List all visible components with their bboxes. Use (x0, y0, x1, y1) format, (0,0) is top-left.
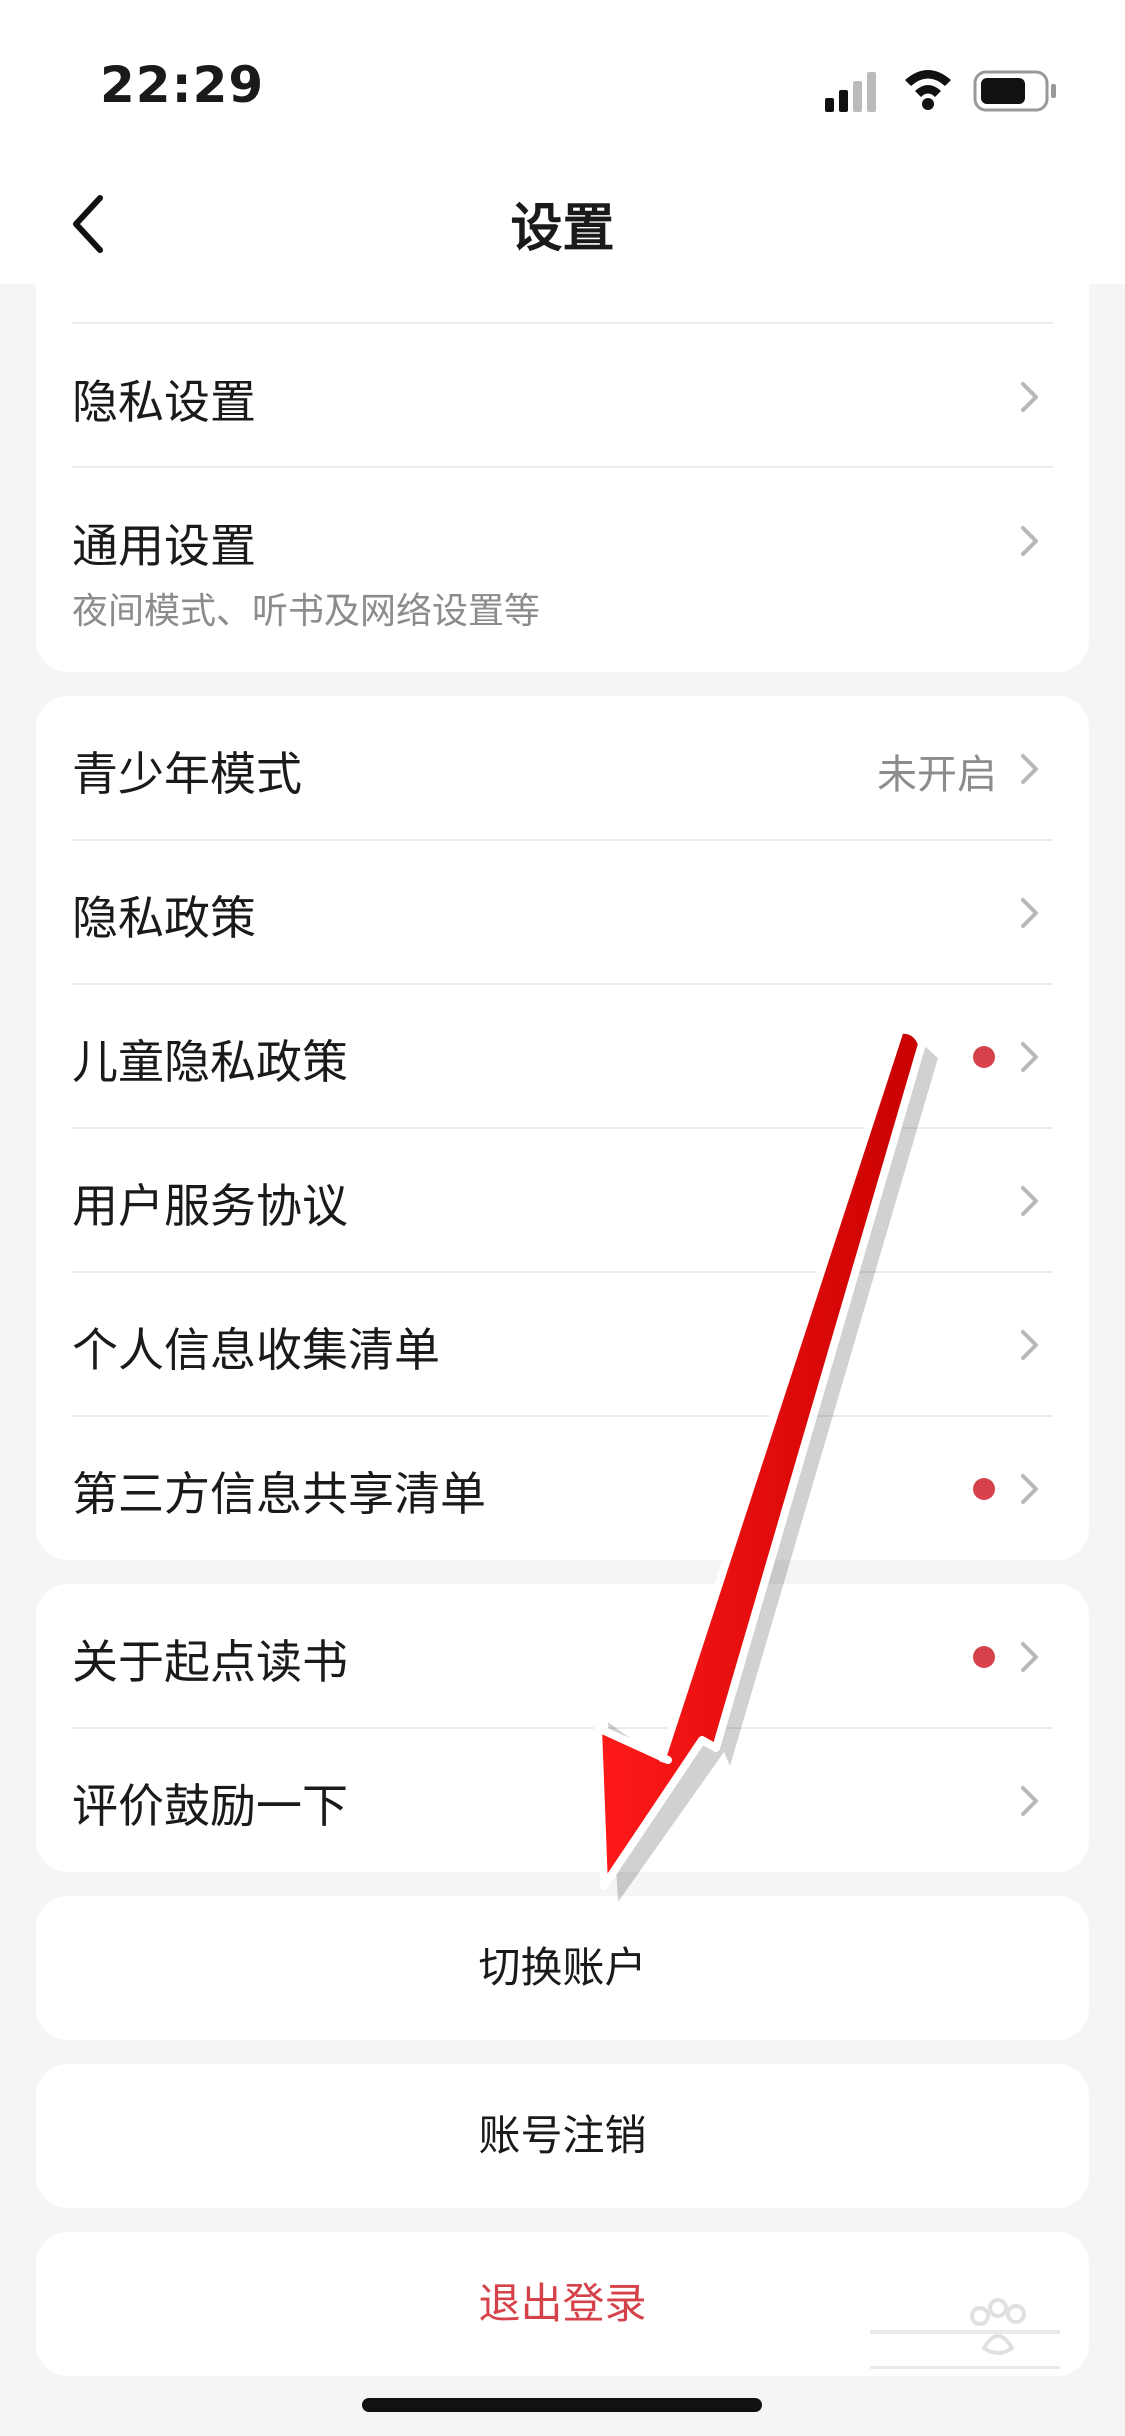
baidu-jingyan-watermark (870, 2298, 1060, 2369)
row-rate-app[interactable]: 评价鼓励一下 (72, 1728, 1053, 1872)
row-about[interactable]: 关于起点读书 (72, 1584, 1053, 1728)
row-general-settings[interactable]: 通用设置 夜间模式、听书及网络设置等 (72, 468, 1053, 668)
youth-mode-status: 未开启 (877, 752, 997, 798)
cancel-account-button[interactable]: 账号注销 (36, 2064, 1089, 2208)
row-youth-mode[interactable]: 青少年模式 未开启 (72, 696, 1053, 840)
row-child-privacy-policy[interactable]: 儿童隐私政策 (72, 984, 1053, 1128)
unread-badge-dot (973, 1478, 995, 1500)
chevron-right-icon (1021, 754, 1038, 784)
row-label: 个人信息收集清单 (72, 1323, 440, 1377)
row-personal-info-list[interactable]: 个人信息收集清单 (72, 1272, 1053, 1416)
page-title: 设置 (510, 199, 615, 259)
row-label: 儿童隐私政策 (72, 1035, 348, 1089)
row-user-agreement[interactable]: 用户服务协议 (72, 1128, 1053, 1272)
battery-icon (973, 70, 1056, 112)
unread-badge-dot (973, 1646, 995, 1668)
nav-bar: 设置 (0, 160, 1125, 284)
row-label: 青少年模式 (72, 747, 302, 801)
chevron-right-icon (1021, 382, 1038, 412)
chevron-right-icon (1021, 526, 1038, 556)
row-label: 通用设置 (72, 519, 256, 573)
unread-badge-dot (973, 1046, 995, 1068)
wifi-icon (905, 70, 951, 110)
cellular-signal-icon (825, 72, 876, 112)
row-privacy-settings[interactable]: 隐私设置 (72, 324, 1053, 468)
row-third-party-list[interactable]: 第三方信息共享清单 (72, 1416, 1053, 1560)
row-subtitle: 夜间模式、听书及网络设置等 (72, 591, 541, 632)
home-indicator (362, 2398, 762, 2412)
chevron-right-icon (1021, 1642, 1038, 1672)
switch-account-button[interactable]: 切换账户 (36, 1896, 1089, 2040)
chevron-right-icon (1021, 1042, 1038, 1072)
row-label: 隐私政策 (72, 891, 256, 945)
settings-card-general: 隐私设置 通用设置 夜间模式、听书及网络设置等 (36, 284, 1089, 672)
chevron-right-icon (1021, 898, 1038, 928)
row-label: 关于起点读书 (72, 1635, 348, 1689)
chevron-right-icon (1021, 1474, 1038, 1504)
chevron-right-icon (1021, 1786, 1038, 1816)
settings-card-policies: 青少年模式 未开启 隐私政策 儿童隐私政策 用户服务协议 个人信息收集清单 第三… (36, 696, 1089, 1560)
status-bar: 22:29 (0, 0, 1125, 160)
row-label: 隐私设置 (72, 375, 256, 429)
chevron-right-icon (1021, 1186, 1038, 1216)
row-label: 评价鼓励一下 (72, 1779, 348, 1833)
settings-card-about: 关于起点读书 评价鼓励一下 (36, 1584, 1089, 1872)
status-icons (825, 70, 1056, 112)
chevron-right-icon (1021, 1330, 1038, 1360)
row-label: 用户服务协议 (72, 1179, 348, 1233)
row-label: 第三方信息共享清单 (72, 1467, 486, 1521)
status-time: 22:29 (100, 56, 265, 114)
row-privacy-policy[interactable]: 隐私政策 (72, 840, 1053, 984)
